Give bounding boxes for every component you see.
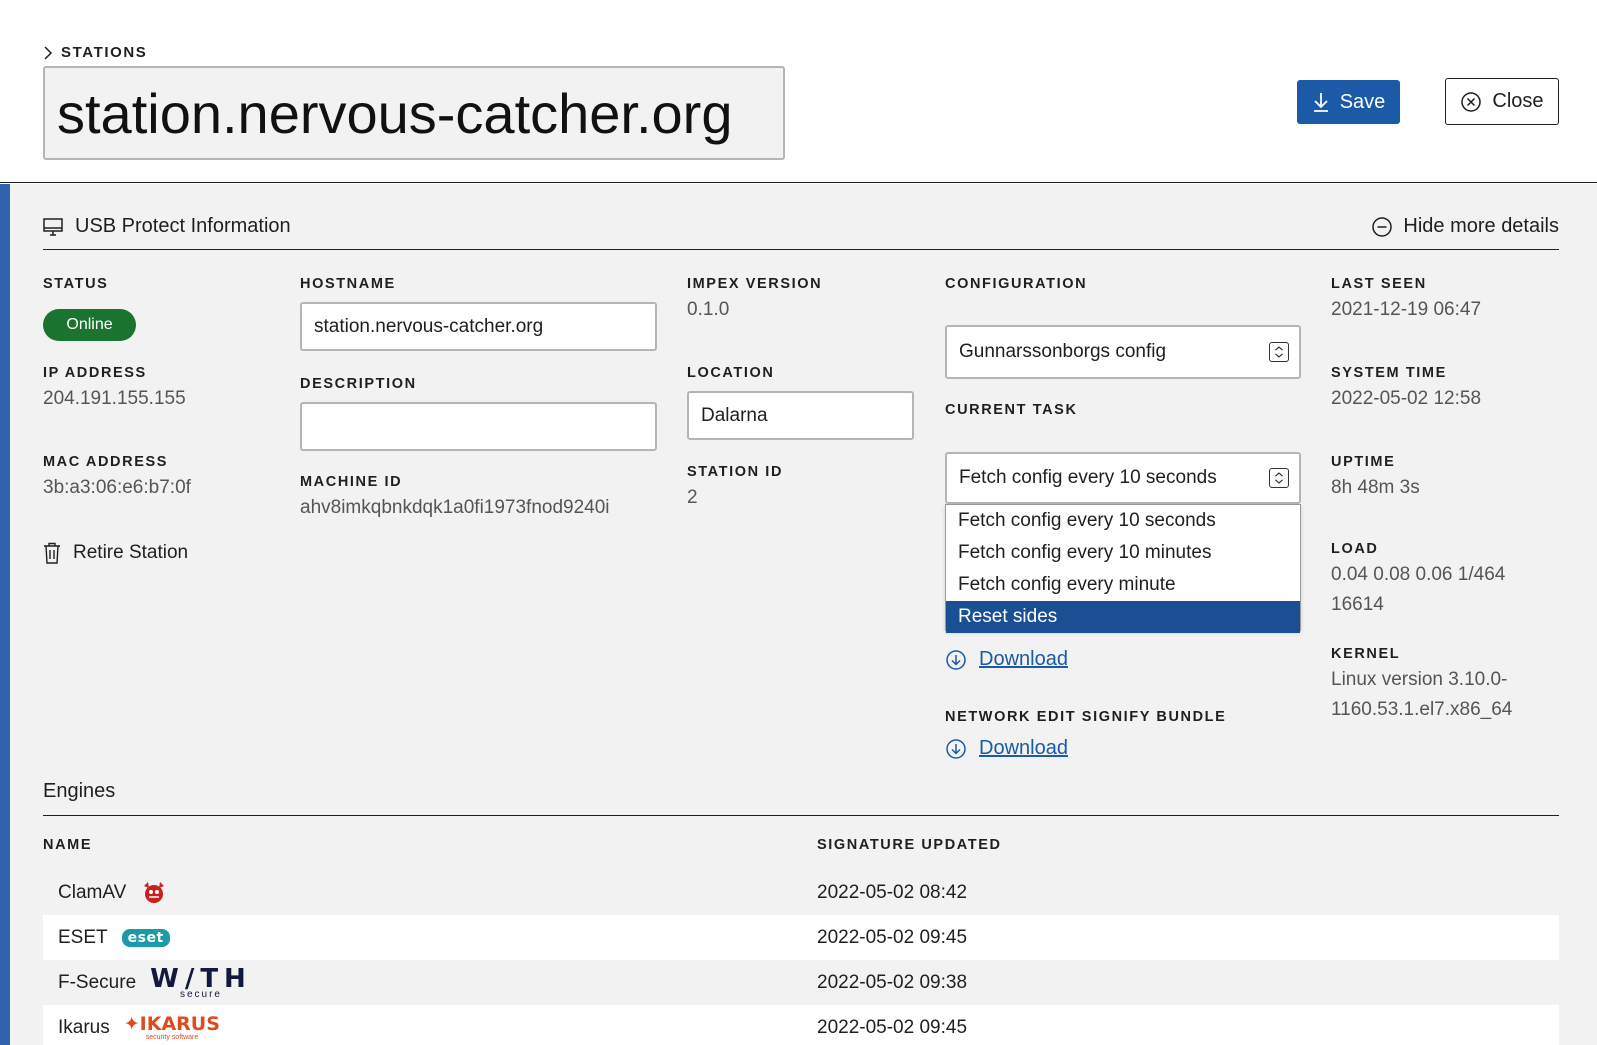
save-label: Save: [1339, 90, 1386, 113]
close-label: Close: [1492, 90, 1544, 112]
kernel-value-line1: Linux version 3.10.0-: [1331, 669, 1508, 690]
status-badge: Online: [43, 309, 136, 341]
save-button[interactable]: Save: [1297, 80, 1400, 124]
select-updown-icon: [1269, 342, 1289, 362]
network-bundle-label: NETWORK EDIT SIGNIFY BUNDLE: [945, 709, 1227, 725]
eset-logo-icon: eset: [121, 928, 170, 947]
close-circle-icon: [1461, 91, 1482, 112]
impex-version-label: IMPEX VERSION: [687, 276, 823, 292]
load-value-line1: 0.04 0.08 0.06 1/464: [1331, 564, 1506, 585]
station-title-input[interactable]: [43, 66, 785, 160]
signature-date: 2022-05-02 09:45: [817, 1016, 968, 1038]
configuration-value: Gunnarssonborgs config: [959, 341, 1167, 362]
current-task-select[interactable]: Fetch config every 10 seconds: [945, 452, 1301, 504]
kernel-value-line2: 1160.53.1.el7.x86_64: [1331, 699, 1513, 720]
load-value-line2: 16614: [1331, 594, 1384, 615]
mac-address-value: 3b:a3:06:e6:b7:0f: [43, 477, 191, 498]
engine-name: Ikarus: [58, 1016, 110, 1038]
hide-details-label: Hide more details: [1403, 215, 1559, 237]
engines-section-title: Engines: [43, 780, 116, 802]
col-header-signature: SIGNATURE UPDATED: [817, 837, 1002, 853]
table-row: ClamAV 2022-05-02 08:42: [43, 870, 1559, 915]
description-input[interactable]: [300, 402, 657, 451]
retire-station-label: Retire Station: [73, 542, 189, 563]
download-link[interactable]: Download: [979, 648, 1068, 671]
network-download-link[interactable]: Download: [979, 737, 1068, 760]
station-id-label: STATION ID: [687, 464, 784, 480]
breadcrumb[interactable]: STATIONS: [43, 44, 147, 61]
ikarus-logo-text: ✦IKARUS: [123, 1012, 220, 1035]
engine-name: ESET: [58, 926, 108, 948]
retire-station-button[interactable]: Retire Station: [43, 542, 188, 564]
select-updown-icon: [1269, 468, 1289, 488]
signature-date: 2022-05-02 09:45: [817, 926, 968, 948]
clamav-logo-icon: [144, 881, 165, 903]
withsecure-logo-icon: W/TH secure: [150, 966, 252, 1000]
withsecure-logo-text: W/TH: [150, 963, 252, 994]
task-option[interactable]: Fetch config every minute: [946, 569, 1300, 601]
info-section-title: USB Protect Information: [75, 215, 291, 237]
station-details-panel: USB Protect Information Hide more detail…: [0, 184, 1597, 1045]
location-label: LOCATION: [687, 365, 775, 381]
table-row: Ikarus ✦IKARUS security software 2022-05…: [43, 1005, 1559, 1045]
last-seen-value: 2021-12-19 06:47: [1331, 299, 1482, 320]
machine-id-value: ahv8imkqbnkdqk1a0fi1973fnod9240i: [300, 497, 610, 518]
current-task-value: Fetch config every 10 seconds: [959, 467, 1217, 488]
system-time-label: SYSTEM TIME: [1331, 365, 1447, 381]
chevron-right-icon: [44, 45, 53, 60]
load-label: LOAD: [1331, 541, 1379, 557]
current-task-dropdown: Fetch config every 10 seconds Fetch conf…: [945, 504, 1301, 633]
signature-date: 2022-05-02 09:38: [817, 971, 968, 993]
location-input[interactable]: [687, 391, 914, 440]
description-label: DESCRIPTION: [300, 376, 417, 392]
table-row: F-Secure W/TH secure 2022-05-02 09:38: [43, 960, 1559, 1005]
ikarus-logo-sub: security software: [145, 1033, 199, 1041]
ip-address-label: IP ADDRESS: [43, 365, 147, 381]
network-download-link-row: Download: [945, 737, 1068, 760]
download-circle-icon: [946, 738, 966, 759]
withsecure-logo-sub: secure: [179, 988, 222, 1000]
minus-circle-icon: [1372, 216, 1393, 237]
engine-name: F-Secure: [58, 971, 137, 993]
info-section-header: USB Protect Information Hide more detail…: [43, 212, 1559, 250]
ikarus-logo-icon: ✦IKARUS security software: [123, 1012, 220, 1041]
uptime-value: 8h 48m 3s: [1331, 477, 1420, 498]
download-circle-icon: [946, 649, 966, 670]
download-link-row: Download: [945, 648, 1068, 671]
monitor-icon: [43, 217, 63, 236]
breadcrumb-stations[interactable]: STATIONS: [61, 44, 147, 61]
task-option[interactable]: Fetch config every 10 minutes: [946, 537, 1300, 569]
machine-id-label: MACHINE ID: [300, 474, 403, 490]
hide-details-toggle[interactable]: Hide more details: [1371, 215, 1559, 238]
table-row: ESET eset 2022-05-02 09:45: [43, 915, 1559, 960]
station-id-value: 2: [687, 487, 698, 508]
hostname-input[interactable]: [300, 302, 657, 351]
system-time-value: 2022-05-02 12:58: [1331, 388, 1482, 409]
engine-name: ClamAV: [58, 881, 127, 903]
ip-address-value: 204.191.155.155: [43, 388, 186, 409]
status-label: STATUS: [43, 276, 109, 292]
page-header: STATIONS Save Close: [0, 0, 1597, 183]
configuration-select[interactable]: Gunnarssonborgs config: [945, 325, 1301, 379]
kernel-label: KERNEL: [1331, 646, 1401, 662]
last-seen-label: LAST SEEN: [1331, 276, 1427, 292]
trash-icon: [44, 542, 60, 564]
close-button[interactable]: Close: [1445, 78, 1559, 125]
col-header-name: NAME: [43, 837, 93, 853]
current-task-label: CURRENT TASK: [945, 402, 1078, 418]
configuration-label: CONFIGURATION: [945, 276, 1088, 292]
signature-date: 2022-05-02 08:42: [817, 881, 968, 903]
task-option[interactable]: Fetch config every 10 seconds: [946, 505, 1300, 537]
download-icon: [1313, 93, 1328, 112]
uptime-label: UPTIME: [1331, 454, 1396, 470]
hostname-label: HOSTNAME: [300, 276, 396, 292]
mac-address-label: MAC ADDRESS: [43, 454, 169, 470]
impex-version-value: 0.1.0: [687, 299, 730, 320]
task-option-selected[interactable]: Reset sides: [946, 601, 1300, 633]
accent-bar: [0, 184, 10, 1045]
engines-section-header: Engines: [43, 774, 1559, 816]
